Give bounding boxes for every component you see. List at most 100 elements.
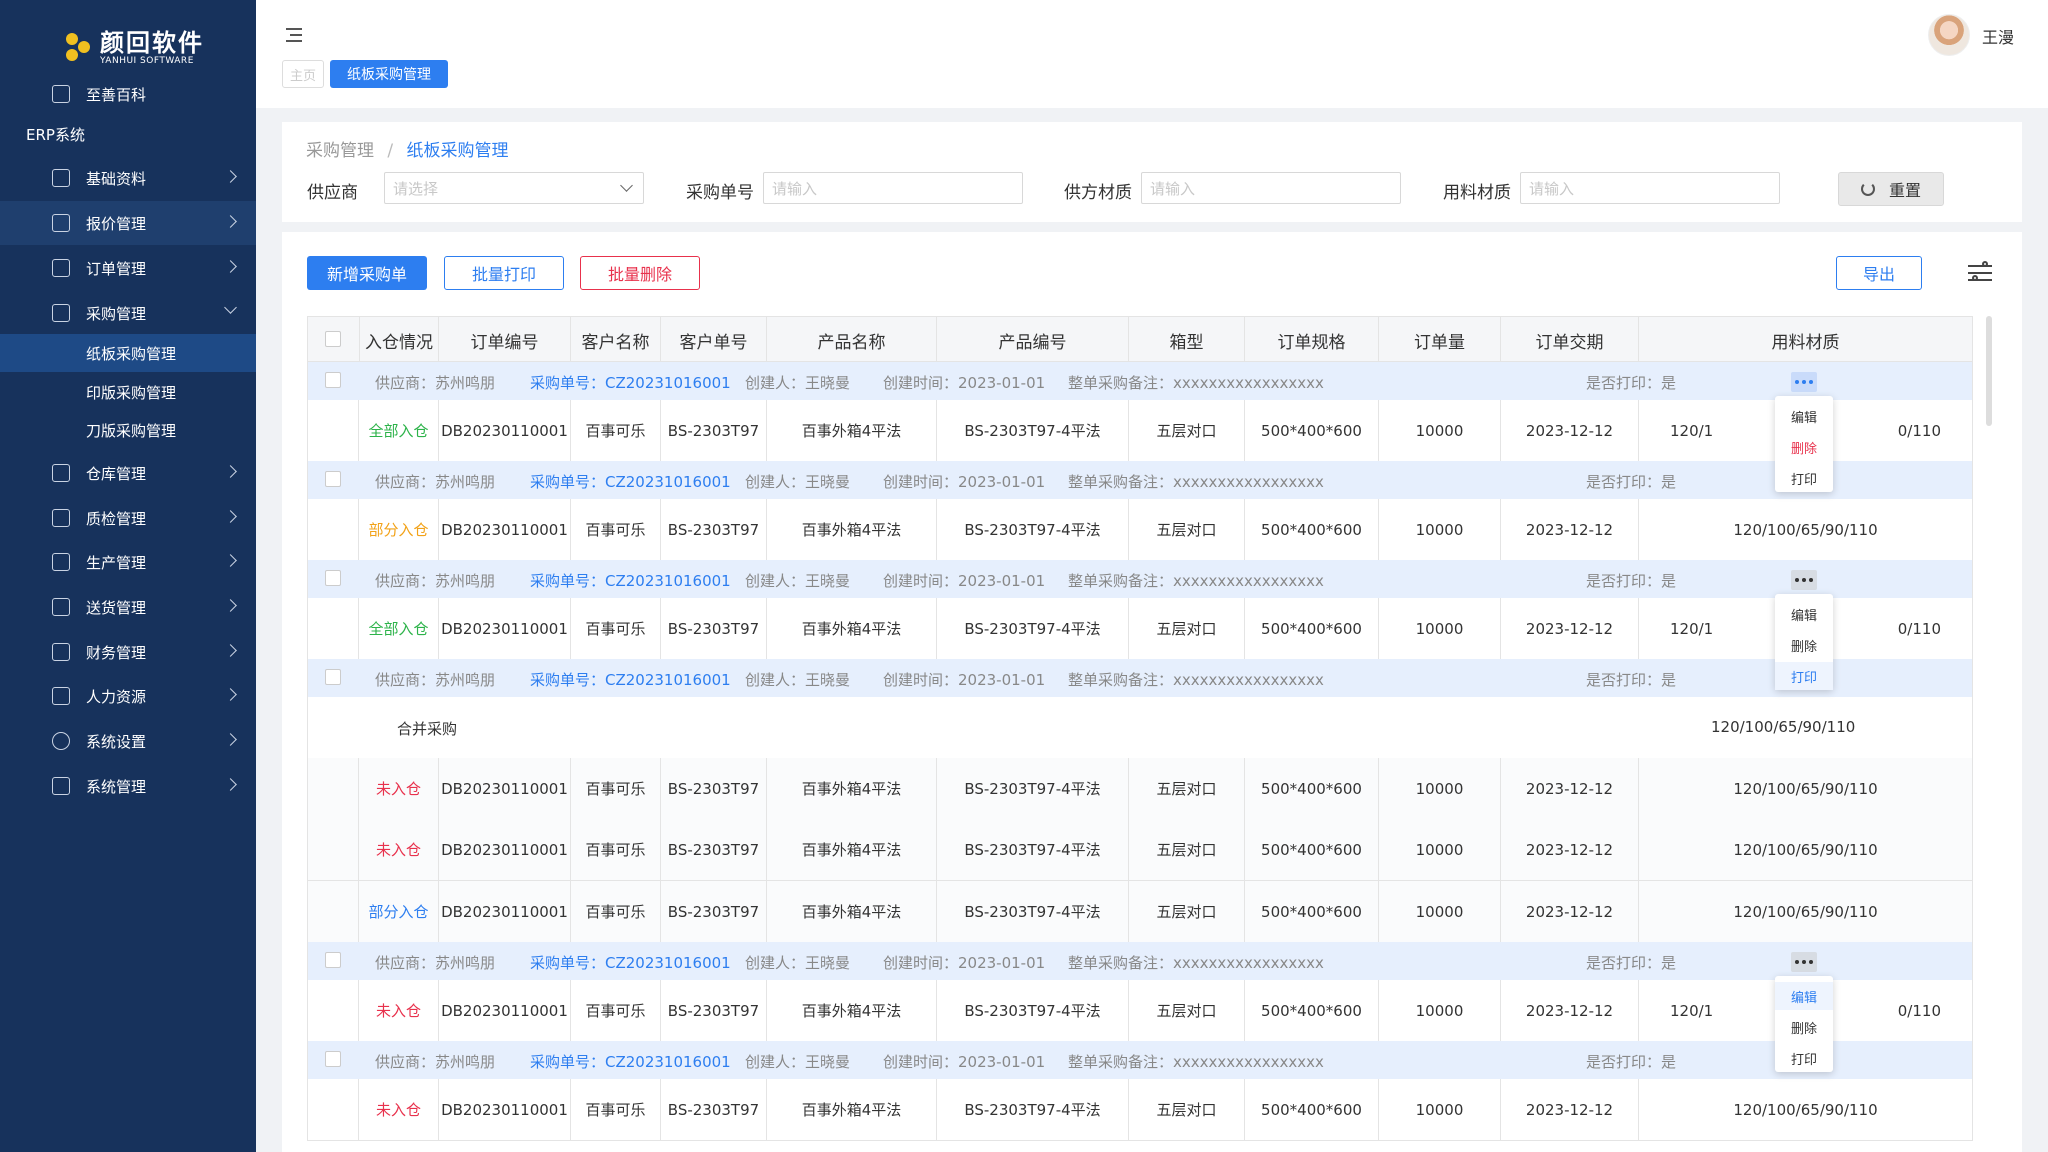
sidebar-item-settings[interactable]: 系统设置 <box>0 719 256 763</box>
group-checkbox[interactable] <box>325 570 341 586</box>
customer-no-cell: BS-2303T97 <box>667 902 760 921</box>
batch-delete-button[interactable]: 批量删除 <box>580 256 700 290</box>
order-no-cell: DB20230110001 <box>441 1001 568 1020</box>
sidebar-subitem-plate-purchase[interactable]: 印版采购管理 <box>0 373 256 411</box>
sidebar-item-purchase[interactable]: 采购管理 <box>0 291 256 335</box>
order-no-cell: DB20230110001 <box>441 1100 568 1119</box>
menu-item-delete[interactable]: 删除 <box>1775 631 1833 659</box>
sidebar-subitem-board-purchase[interactable]: 纸板采购管理 <box>0 334 256 372</box>
column-header[interactable]: 订单规格 <box>1245 317 1379 363</box>
menu-item-edit[interactable]: 编辑 <box>1775 600 1833 628</box>
sidebar-subitem-die-purchase[interactable]: 刀版采购管理 <box>0 411 256 449</box>
menu-item-print[interactable]: 打印 <box>1775 1044 1833 1072</box>
menu-item-edit[interactable]: 编辑 <box>1775 982 1833 1010</box>
sidebar-item-order[interactable]: 订单管理 <box>0 246 256 290</box>
group-order-no-link[interactable]: 采购单号：CZ20231016001 <box>530 669 731 690</box>
column-header[interactable]: 产品名称 <box>767 317 937 363</box>
qty-cell: 10000 <box>1415 779 1464 798</box>
material-input[interactable]: 请输入 <box>1520 172 1780 204</box>
avatar[interactable] <box>1928 14 1970 56</box>
group-order-no-link[interactable]: 采购单号：CZ20231016001 <box>530 372 731 393</box>
spec-cell: 500*400*600 <box>1261 421 1362 440</box>
group-order-no-link[interactable]: 采购单号：CZ20231016001 <box>530 471 731 492</box>
group-checkbox[interactable] <box>325 471 341 487</box>
group-checkbox[interactable] <box>325 372 341 388</box>
menu-item-delete[interactable]: 删除 <box>1775 1013 1833 1041</box>
column-header[interactable]: 箱型 <box>1129 317 1245 363</box>
column-header[interactable]: 订单编号 <box>439 317 571 363</box>
export-button[interactable]: 导出 <box>1836 256 1922 290</box>
column-settings-icon[interactable] <box>1968 261 1992 284</box>
merge-purchase-row[interactable]: 合并采购 120/100/65/90/110 <box>307 697 1973 759</box>
order-no-cell: DB20230110001 <box>441 902 568 921</box>
select-all-checkbox[interactable] <box>325 331 341 347</box>
column-header[interactable]: 入仓情况 <box>359 317 439 363</box>
group-order-no-link[interactable]: 采购单号：CZ20231016001 <box>530 570 731 591</box>
order-no-placeholder: 请输入 <box>772 179 818 198</box>
table-row[interactable]: 未入仓 DB20230110001 百事可乐 BS-2303T97 百事外箱4平法 BS-… <box>307 980 1973 1042</box>
reset-button[interactable]: 重置 <box>1838 172 1944 206</box>
main-panel: 新增采购单 批量打印 批量删除 导出 入仓情况 订单编号 客户名称 客户单号 产… <box>282 232 2022 1152</box>
group-checkbox[interactable] <box>325 1051 341 1067</box>
group-checkbox[interactable] <box>325 952 341 968</box>
shield-icon <box>52 509 70 527</box>
sidebar-item-baike[interactable]: 至善百科 <box>0 72 256 116</box>
table-row[interactable]: 未入仓 DB20230110001 百事可乐 BS-2303T97 百事外箱4平法 BS-… <box>307 758 1973 820</box>
menu-item-edit[interactable]: 编辑 <box>1775 402 1833 430</box>
sidebar-item-system[interactable]: 系统管理 <box>0 764 256 808</box>
group-order-no-link[interactable]: 采购单号：CZ20231016001 <box>530 952 731 973</box>
group-printed-status: 是否打印：是 <box>1586 671 1677 689</box>
supplier-material-input[interactable]: 请输入 <box>1141 172 1401 204</box>
breadcrumb-parent[interactable]: 采购管理 <box>306 141 374 161</box>
qty-cell: 10000 <box>1415 1001 1464 1020</box>
sidebar-item-hr[interactable]: 人力资源 <box>0 674 256 718</box>
column-header[interactable]: 客户名称 <box>571 317 661 363</box>
more-actions-button[interactable] <box>1791 372 1817 392</box>
more-actions-button[interactable] <box>1791 570 1817 590</box>
batch-print-button[interactable]: 批量打印 <box>444 256 564 290</box>
menu-item-print[interactable]: 打印 <box>1775 464 1833 492</box>
sidebar-subitem-label: 印版采购管理 <box>86 383 177 402</box>
add-purchase-order-button[interactable]: 新增采购单 <box>307 256 427 290</box>
table-row[interactable]: 部分入仓 DB20230110001 百事可乐 BS-2303T97 百事外箱4平法 BS… <box>307 881 1973 943</box>
group-created-time: 创建时间：2023-01-01 <box>883 473 1046 491</box>
tab-board-purchase[interactable]: 纸板采购管理 <box>330 60 448 88</box>
column-header[interactable]: 用料材质 <box>1639 317 1972 363</box>
sidebar-item-production[interactable]: 生产管理 <box>0 540 256 584</box>
group-order-no-link[interactable]: 采购单号：CZ20231016001 <box>530 1051 731 1072</box>
table-scrollbar[interactable] <box>1986 316 1992 426</box>
sidebar-item-warehouse[interactable]: 仓库管理 <box>0 451 256 495</box>
sidebar-item-basic[interactable]: 基础资料 <box>0 156 256 200</box>
tab-home[interactable]: 主页 <box>282 60 324 88</box>
more-actions-button[interactable] <box>1791 952 1817 972</box>
sidebar-item-delivery[interactable]: 送货管理 <box>0 585 256 629</box>
table-row[interactable]: 部分入仓 DB20230110001 百事可乐 BS-2303T97 百事外箱4平法 BS… <box>307 499 1973 561</box>
menu-item-print[interactable]: 打印 <box>1775 662 1833 690</box>
column-header[interactable]: 产品编号 <box>937 317 1129 363</box>
column-header[interactable]: 订单量 <box>1379 317 1501 363</box>
warehouse-icon <box>52 464 70 482</box>
username[interactable]: 王漫 <box>1982 24 2014 48</box>
menu-item-delete[interactable]: 删除 <box>1775 433 1833 461</box>
sidebar-item-quote[interactable]: 报价管理 <box>0 201 256 245</box>
chevron-right-icon <box>224 599 237 612</box>
grid-icon <box>52 777 70 795</box>
order-no-input[interactable]: 请输入 <box>763 172 1023 204</box>
spec-cell: 500*400*600 <box>1261 520 1362 539</box>
table-row[interactable]: 未入仓 DB20230110001 百事可乐 BS-2303T97 百事外箱4平法 BS-… <box>307 1079 1973 1141</box>
customer-cell: 百事可乐 <box>585 841 646 859</box>
column-header[interactable]: 订单交期 <box>1501 317 1639 363</box>
menu-toggle-icon[interactable] <box>286 28 302 42</box>
order-no-cell: DB20230110001 <box>441 520 568 539</box>
table-row[interactable]: 全部入仓 DB20230110001 百事可乐 BS-2303T97 百事外箱4平法 BS… <box>307 598 1973 660</box>
table-row[interactable]: 全部入仓 DB20230110001 百事可乐 BS-2303T97 百事外箱4平法 BS… <box>307 400 1973 462</box>
sidebar-item-label: 基础资料 <box>86 169 147 188</box>
supplier-select[interactable]: 请选择 <box>384 172 644 204</box>
table-row[interactable]: 未入仓 DB20230110001 百事可乐 BS-2303T97 百事外箱4平法 BS-… <box>307 819 1973 881</box>
finance-icon <box>52 643 70 661</box>
sidebar-item-quality[interactable]: 质检管理 <box>0 496 256 540</box>
due-cell: 2023-12-12 <box>1525 779 1614 798</box>
sidebar-item-finance[interactable]: 财务管理 <box>0 630 256 674</box>
column-header[interactable]: 客户单号 <box>661 317 767 363</box>
group-checkbox[interactable] <box>325 669 341 685</box>
